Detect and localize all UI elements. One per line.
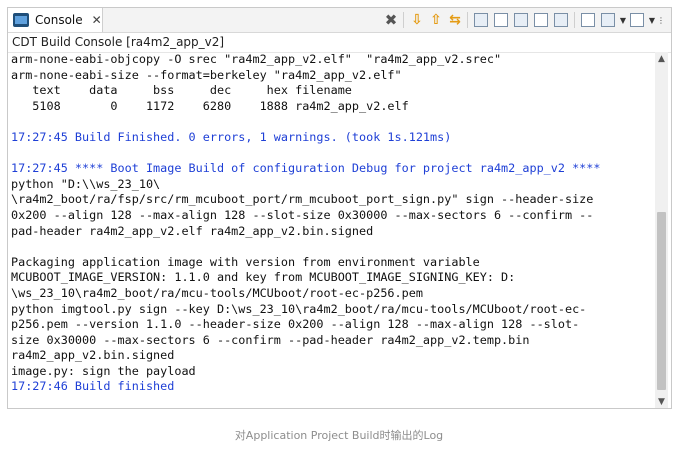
pin-icon[interactable]: ⇆ (446, 11, 464, 29)
close-icon[interactable]: ✕ (92, 14, 102, 26)
display-console-icon[interactable] (581, 13, 595, 27)
console-tab[interactable]: Console ✕ (8, 8, 103, 32)
open-console-menu-icon[interactable] (630, 13, 644, 27)
vertical-scrollbar[interactable]: ▲ ▼ (655, 52, 668, 408)
view-tab-bar: Console ✕ ✖ ⇩ ⇧ ⇆ ▼ ▼ ⋮ (8, 8, 671, 33)
console-tab-label: Console (35, 13, 83, 27)
console-line: pad-header ra4m2_app_v2.elf ra4m2_app_v2… (11, 223, 374, 238)
console-line: \ws_23_10\ra4m2_boot/ra/mcu-tools/MCUboo… (11, 285, 423, 300)
toolbar-separator (574, 12, 575, 28)
console-line: 0x200 --align 128 --max-align 128 --slot… (11, 207, 594, 222)
chevron-down-icon[interactable]: ▼ (619, 11, 627, 29)
show-console-icon[interactable] (534, 13, 548, 27)
console-line: arm-none-eabi-size --format=berkeley "ra… (11, 67, 402, 82)
scroll-down-arrow-icon[interactable]: ▼ (655, 395, 668, 408)
console-line: size 0x30000 --max-sectors 6 --confirm -… (11, 332, 530, 347)
console-view: Console ✕ ✖ ⇩ ⇧ ⇆ ▼ ▼ ⋮ CDT Build Consol… (7, 7, 672, 409)
scrollbar-thumb[interactable] (657, 212, 666, 390)
remove-all-terminated-icon[interactable]: ✖ (382, 11, 400, 29)
console-line: \ra4m2_boot/ra/fsp/src/rm_mcuboot_port/r… (11, 192, 594, 207)
scroll-up-arrow-icon[interactable]: ▲ (655, 52, 668, 65)
console-output[interactable]: arm-none-eabi-objcopy -O srec "ra4m2_app… (11, 52, 651, 392)
scroll-lock-icon[interactable] (494, 13, 508, 27)
toolbar-separator (467, 12, 468, 28)
console-line: arm-none-eabi-objcopy -O srec "ra4m2_app… (11, 52, 502, 66)
toolbar-separator (403, 12, 404, 28)
console-name: CDT Build Console [ra4m2_app_v2] (8, 33, 671, 53)
scroll-down-icon[interactable]: ⇩ (408, 11, 426, 29)
console-line: Packaging application image with version… (11, 254, 480, 269)
view-menu-icon[interactable]: ⋮ (657, 11, 665, 29)
figure-caption: 对Application Project Build时输出的Log (234, 429, 444, 442)
console-line: p256.pem --version 1.1.0 --header-size 0… (11, 317, 580, 332)
open-console-icon[interactable] (554, 13, 568, 27)
console-line: ra4m2_app_v2.bin.signed (11, 348, 175, 363)
console-line: 5108 0 1172 6280 1888 ra4m2_app_v2.elf (11, 98, 409, 113)
console-line: text data bss dec hex filename (11, 83, 352, 98)
chevron-down-icon[interactable]: ▼ (648, 11, 656, 29)
console-toolbar: ✖ ⇩ ⇧ ⇆ ▼ ▼ ⋮ (381, 10, 665, 30)
console-line: python "D:\\ws_23_10\ (11, 176, 161, 191)
console-line: 17:27:45 **** Boot Image Build of config… (11, 161, 601, 176)
console-line: MCUBOOT_IMAGE_VERSION: 1.1.0 and key fro… (11, 270, 516, 285)
console-icon (13, 13, 29, 27)
new-console-icon[interactable] (601, 13, 615, 27)
console-line: 17:27:45 Build Finished. 0 errors, 1 war… (11, 129, 452, 144)
console-line: image.py: sign the payload (11, 363, 196, 378)
scroll-up-icon[interactable]: ⇧ (427, 11, 445, 29)
console-line: python imgtool.py sign --key D:\ws_23_10… (11, 301, 587, 316)
word-wrap-icon[interactable] (514, 13, 528, 27)
console-line: 17:27:46 Build finished (11, 379, 175, 392)
clear-console-icon[interactable] (474, 13, 488, 27)
